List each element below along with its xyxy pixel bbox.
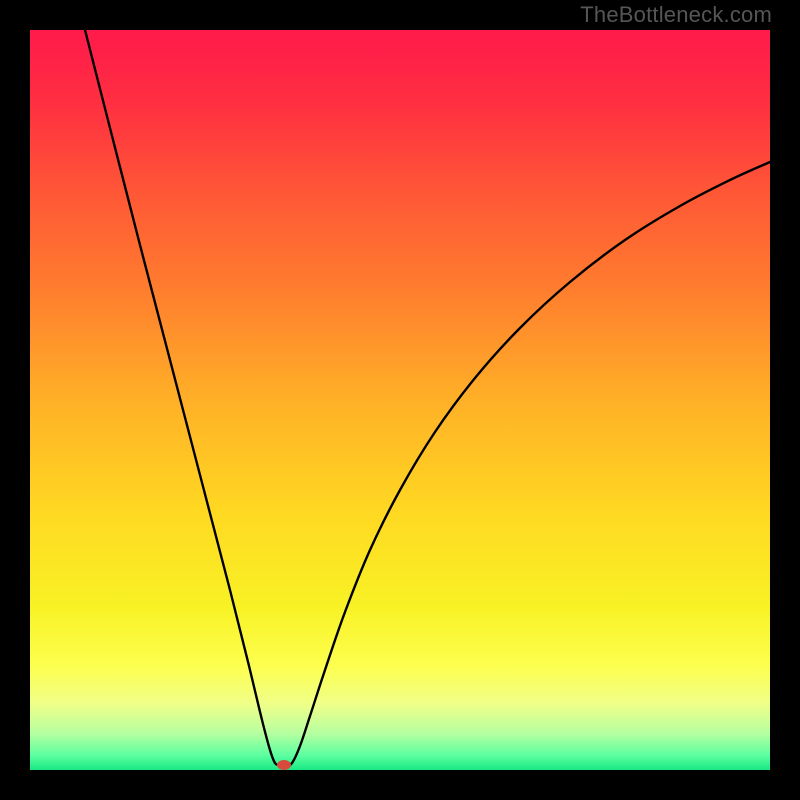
chart-background	[30, 30, 770, 770]
chart-container	[30, 30, 770, 770]
watermark-text: TheBottleneck.com	[580, 2, 772, 28]
minimum-marker	[277, 760, 291, 770]
bottleneck-chart	[30, 30, 770, 770]
